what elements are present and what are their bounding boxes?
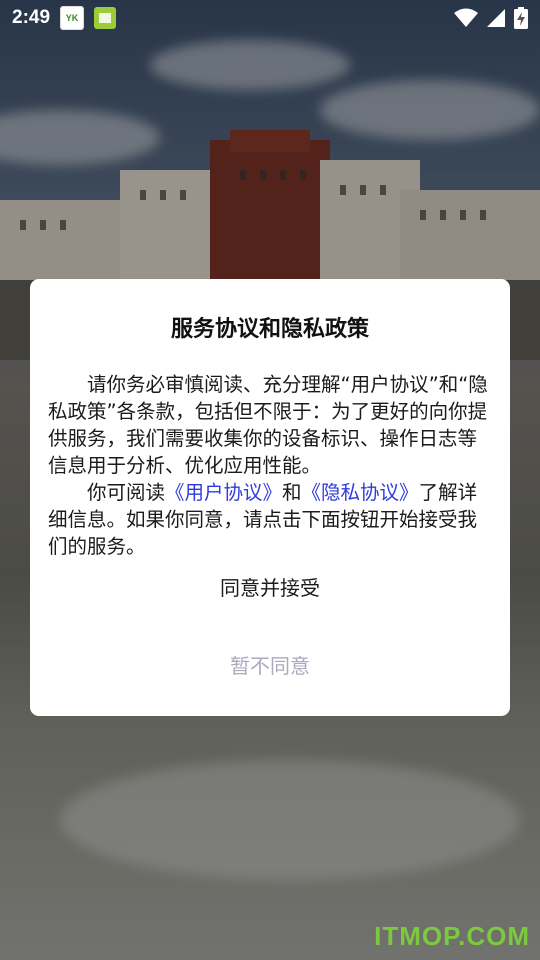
- app-notification-icon: YK: [60, 6, 85, 30]
- wifi-icon: [454, 8, 478, 27]
- paragraph-2-prefix: 你可阅读: [87, 481, 166, 504]
- status-bar: 2:49 YK: [0, 0, 540, 36]
- site-watermark: ITMOP.COM: [374, 921, 530, 951]
- dialog-paragraph-2: 你可阅读《用户协议》和《隐私协议》了解详细信息。如果你同意，请点击下面按钮开始接…: [48, 479, 492, 560]
- privacy-policy-link[interactable]: 《隐私协议》: [302, 481, 419, 504]
- decline-button[interactable]: 暂不同意: [30, 649, 510, 683]
- signal-icon: [487, 9, 505, 27]
- dialog-title: 服务协议和隐私政策: [170, 317, 369, 342]
- privacy-dialog: 服务协议和隐私政策 请你务必审慎阅读、充分理解“用户协议”和“隐私政策”各条款，…: [30, 279, 510, 716]
- agree-button[interactable]: 同意并接受: [30, 571, 510, 605]
- battery-charging-icon: [514, 7, 528, 29]
- dialog-body: 请你务必审慎阅读、充分理解“用户协议”和“隐私政策”各条款，包括但不限于：为了更…: [48, 371, 492, 560]
- splash-screen: 2:49 YK 服务协议和隐私政策 请你务必审慎阅读、充分理解“用户协议”和“隐…: [0, 0, 540, 960]
- paragraph-2-and: 和: [282, 481, 302, 504]
- app-notification-icon-2: [94, 7, 117, 29]
- dialog-paragraph-1: 请你务必审慎阅读、充分理解“用户协议”和“隐私政策”各条款，包括但不限于：为了更…: [48, 373, 488, 477]
- status-time: 2:49: [12, 7, 51, 28]
- status-icons: [454, 7, 528, 29]
- user-agreement-link[interactable]: 《用户协议》: [165, 481, 282, 504]
